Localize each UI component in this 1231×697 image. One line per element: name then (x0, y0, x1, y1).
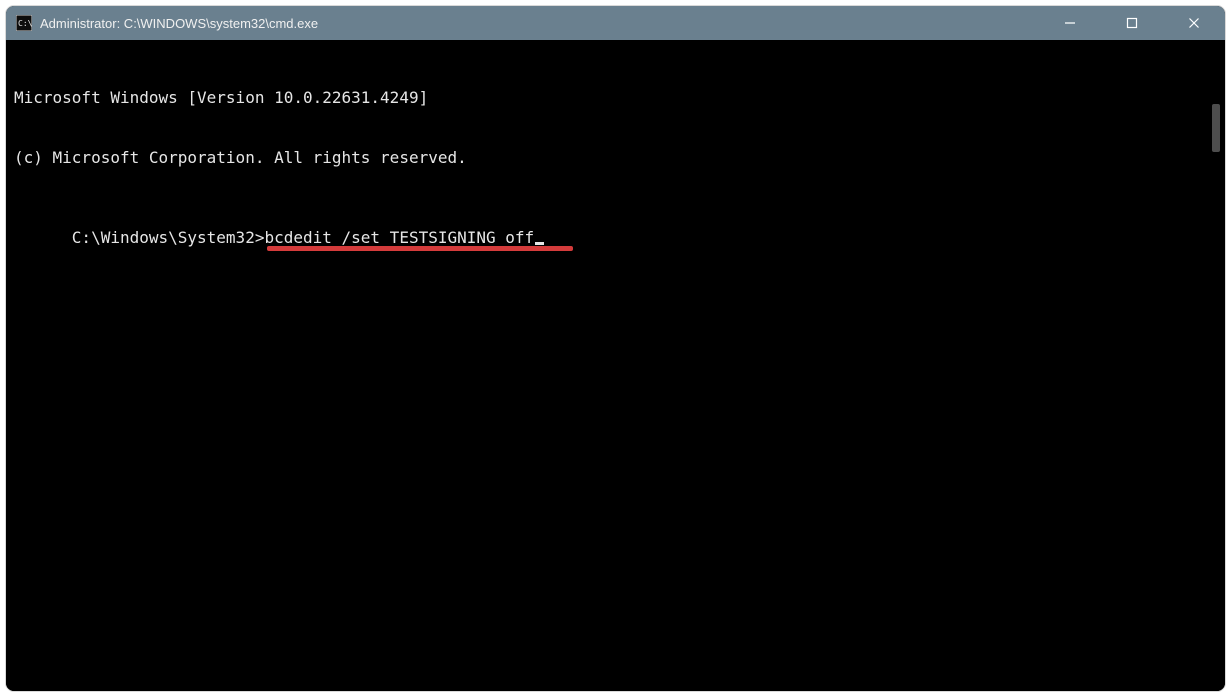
text-cursor (535, 242, 544, 245)
titlebar[interactable]: C:\ Administrator: C:\WINDOWS\system32\c… (6, 6, 1225, 40)
scrollbar-thumb[interactable] (1212, 104, 1220, 152)
window-title: Administrator: C:\WINDOWS\system32\cmd.e… (40, 16, 318, 31)
terminal-line-version: Microsoft Windows [Version 10.0.22631.42… (14, 88, 1201, 108)
terminal-line-copyright: (c) Microsoft Corporation. All rights re… (14, 148, 1201, 168)
scrollbar[interactable] (1209, 80, 1221, 683)
maximize-button[interactable] (1101, 6, 1163, 40)
cmd-icon: C:\ (16, 15, 32, 31)
terminal-prompt: C:\Windows\System32> (72, 228, 265, 247)
terminal-area[interactable]: Microsoft Windows [Version 10.0.22631.42… (6, 40, 1225, 691)
terminal-prompt-line: C:\Windows\System32>bcdedit /set TESTSIG… (72, 228, 544, 248)
cmd-window: C:\ Administrator: C:\WINDOWS\system32\c… (6, 6, 1225, 691)
svg-text:C:\: C:\ (18, 19, 32, 28)
terminal-content: Microsoft Windows [Version 10.0.22631.42… (14, 48, 1201, 683)
minimize-button[interactable] (1039, 6, 1101, 40)
terminal-command: bcdedit /set TESTSIGNING off (264, 228, 534, 247)
close-button[interactable] (1163, 6, 1225, 40)
annotation-underline (267, 246, 573, 251)
window-controls (1039, 6, 1225, 40)
